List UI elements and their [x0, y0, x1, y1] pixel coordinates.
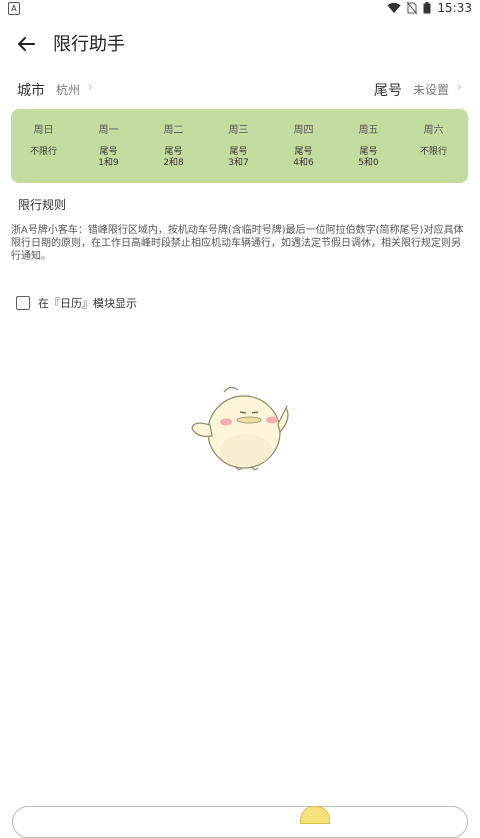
no-sim-icon: [407, 2, 418, 14]
day-tuesday: 周二 尾号 2和8: [141, 109, 206, 183]
day-rule: 尾号 5和0: [358, 147, 379, 168]
calendar-option[interactable]: 在『日历』模块显示: [16, 294, 137, 312]
app-notification-icon: A: [8, 2, 20, 15]
week-restriction-card: 周日 不限行 周一 尾号 1和9 周二 尾号 2和8 周三 尾号 3和7 周四 …: [11, 109, 468, 183]
day-rule: 尾号 4和6: [293, 147, 314, 168]
day-name: 周三: [228, 125, 249, 136]
status-icons: 15:33: [387, 0, 472, 16]
day-name: 周四: [293, 125, 314, 136]
day-friday: 周五 尾号 5和0: [336, 109, 401, 183]
day-monday: 周一 尾号 1和9: [76, 109, 141, 183]
day-name: 周六: [423, 125, 444, 136]
app-bar: 限行助手: [0, 20, 480, 66]
status-bar: A 15:33: [0, 0, 480, 16]
day-thursday: 周四 尾号 4和6: [271, 109, 336, 183]
city-label: 城市: [17, 83, 45, 99]
chevron-right-icon[interactable]: ›: [88, 80, 93, 94]
day-rule: 不限行: [29, 147, 57, 157]
rules-text: 浙A号牌小客车：错峰限行区域内，按机动车号牌(含临时号牌)最后一位阿拉伯数字(简…: [11, 225, 464, 262]
wifi-icon: [387, 2, 401, 14]
day-saturday: 周六 不限行: [401, 109, 466, 183]
calendar-checkbox-label: 在『日历』模块显示: [38, 297, 137, 310]
rules-title: 限行规则: [18, 198, 67, 212]
day-name: 周二: [163, 125, 184, 136]
tail-number-label: 尾号: [374, 83, 402, 99]
mascot-illustration: [191, 386, 289, 471]
arrow-left-icon[interactable]: [14, 32, 38, 56]
day-rule: 尾号 1和9: [98, 147, 119, 168]
clock: 15:33: [437, 1, 472, 15]
calendar-checkbox[interactable]: [16, 296, 30, 310]
battery-icon: [423, 2, 431, 14]
day-name: 周一: [98, 125, 119, 136]
day-rule: 尾号 3和7: [228, 147, 249, 168]
day-name: 周日: [33, 125, 54, 136]
page-title: 限行助手: [53, 34, 125, 55]
selector-row: 城市 杭州 › 尾号 未设置 ›: [0, 76, 480, 102]
day-wednesday: 周三 尾号 3和7: [206, 109, 271, 183]
day-name: 周五: [358, 125, 379, 136]
tail-number-selector[interactable]: 未设置: [413, 81, 449, 98]
chevron-right-icon[interactable]: ›: [457, 80, 462, 94]
day-sunday: 周日 不限行: [11, 109, 76, 183]
bottom-bar[interactable]: [12, 806, 468, 838]
day-rule: 尾号 2和8: [163, 147, 184, 168]
day-rule: 不限行: [419, 147, 447, 157]
city-selector[interactable]: 杭州: [56, 81, 80, 98]
